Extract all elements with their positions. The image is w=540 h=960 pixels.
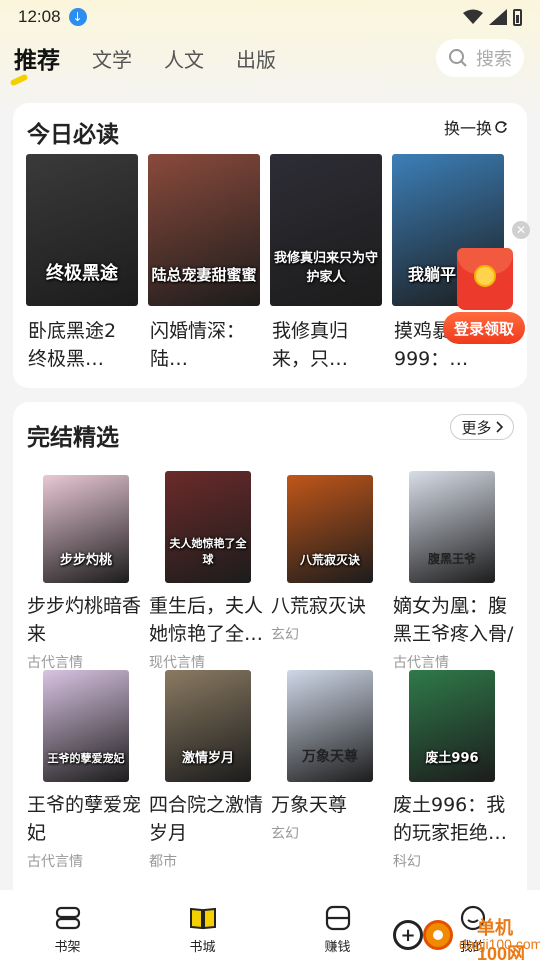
book-genre: 现代言情 bbox=[149, 655, 205, 671]
nav-label: 书架 bbox=[54, 940, 81, 955]
search-icon bbox=[449, 49, 467, 67]
book-title[interactable]: 步步灼桃暗香来 bbox=[27, 592, 143, 648]
download-icon: ↓ bbox=[68, 8, 87, 26]
book-genre: 科幻 bbox=[393, 854, 421, 870]
battery-icon bbox=[513, 8, 522, 26]
nav-bookstore[interactable]: 书城 bbox=[135, 890, 270, 960]
book-genre: 都市 bbox=[149, 854, 177, 870]
tab-literature[interactable]: 文学 bbox=[92, 44, 132, 73]
more-button[interactable]: 更多 bbox=[450, 414, 514, 440]
signal-icon bbox=[489, 9, 507, 25]
book-title[interactable]: 废土996：我的玩家拒绝… bbox=[393, 791, 509, 847]
book-title[interactable]: 嫡女为凰：腹黑王爷疼入骨/ bbox=[393, 592, 517, 648]
search-button[interactable]: 搜索 bbox=[436, 39, 524, 77]
refresh-button[interactable]: 换一换 bbox=[444, 115, 507, 139]
cover-title: 步步灼桃 bbox=[59, 552, 112, 568]
book-cover[interactable]: 我修真归来只为守护家人 bbox=[270, 154, 382, 306]
book-genre: 古代言情 bbox=[27, 655, 83, 671]
cover-title: 万象天尊 bbox=[302, 749, 358, 766]
cover-title: 激情岁月 bbox=[181, 751, 234, 767]
book-cover[interactable]: 万象天尊 bbox=[287, 670, 373, 782]
book-cover[interactable]: 激情岁月 bbox=[165, 670, 251, 782]
book-title[interactable]: 万象天尊 bbox=[271, 791, 387, 819]
refresh-icon bbox=[495, 121, 507, 133]
cover-title: 终极黑途 bbox=[46, 262, 118, 284]
daily-title: 今日必读 bbox=[27, 122, 119, 148]
cover-title: 夫人她惊艳了全球 bbox=[169, 537, 247, 567]
watermark-logo: + 单机100网 danji100.com bbox=[393, 912, 540, 960]
book-title[interactable]: 卧底黑途2终极黑… bbox=[28, 317, 134, 373]
cover-title: 陆总宠妻甜蜜蜜 bbox=[151, 265, 257, 284]
wifi-icon bbox=[463, 9, 483, 24]
book-cover[interactable]: 废土996 bbox=[409, 670, 495, 782]
book-cover[interactable]: 终极黑途 bbox=[26, 154, 138, 306]
book-title[interactable]: 四合院之激情岁月 bbox=[149, 791, 265, 847]
nav-label: 书城 bbox=[189, 940, 216, 955]
book-genre: 玄幻 bbox=[271, 826, 299, 842]
more-label: 更多 bbox=[461, 418, 492, 437]
nav-label: 赚钱 bbox=[324, 940, 351, 955]
tab-publishing[interactable]: 出版 bbox=[236, 44, 276, 73]
status-time: 12:08 bbox=[18, 7, 61, 26]
red-packet-widget[interactable]: 登录领取 bbox=[443, 248, 525, 346]
status-icons bbox=[463, 8, 522, 26]
close-icon[interactable]: ✕ bbox=[512, 221, 530, 239]
book-title[interactable]: 重生后，夫人她惊艳了全… bbox=[149, 592, 265, 648]
cover-title: 我修真归来只为守护家人 bbox=[273, 250, 378, 285]
book-title[interactable]: 王爷的孽爱宠妃 bbox=[27, 791, 143, 847]
book-cover[interactable]: 腹黑王爷 bbox=[409, 471, 495, 583]
book-genre: 古代言情 bbox=[27, 854, 83, 870]
finished-card: 完结精选 更多 步步灼桃 步步灼桃暗香来 古代言情 夫人她惊艳了全球 重生后，夫… bbox=[13, 402, 527, 890]
coin-icon bbox=[474, 265, 496, 287]
refresh-label: 换一换 bbox=[443, 119, 492, 138]
book-title[interactable]: 闪婚情深：陆… bbox=[150, 317, 256, 373]
tab-humanities[interactable]: 人文 bbox=[164, 44, 204, 73]
nav-bookshelf[interactable]: 书架 bbox=[0, 890, 135, 960]
book-cover[interactable]: 八荒寂灭诀 bbox=[287, 475, 373, 583]
book-title[interactable]: 我修真归来，只… bbox=[272, 317, 378, 373]
cover-title: 腹黑王爷 bbox=[427, 552, 476, 567]
book-cover[interactable]: 王爷的孽爱宠妃 bbox=[43, 670, 129, 782]
nav-earn[interactable]: 赚钱 bbox=[270, 890, 405, 960]
cover-title: 八荒寂灭诀 bbox=[299, 552, 360, 567]
tab-recommend[interactable]: 推荐 bbox=[14, 41, 60, 75]
book-title[interactable]: 八荒寂灭诀 bbox=[271, 592, 387, 620]
status-bar: 12:08 ↓ bbox=[0, 0, 540, 34]
bookshelf-icon bbox=[55, 906, 80, 930]
plus-icon: + bbox=[393, 920, 423, 950]
cover-title: 废土996 bbox=[425, 751, 479, 767]
login-claim-button[interactable]: 登录领取 bbox=[443, 312, 525, 344]
book-genre: 玄幻 bbox=[271, 627, 299, 643]
book-genre: 古代言情 bbox=[393, 655, 449, 671]
top-tab-bar: 推荐 文学 人文 出版 搜索 bbox=[0, 36, 540, 80]
finished-title: 完结精选 bbox=[27, 425, 119, 451]
chevron-right-icon bbox=[495, 421, 503, 433]
search-placeholder: 搜索 bbox=[476, 49, 512, 70]
wallet-icon bbox=[325, 905, 350, 931]
book-cover[interactable]: 夫人她惊艳了全球 bbox=[165, 471, 251, 583]
bookstore-icon bbox=[189, 907, 216, 930]
book-cover[interactable]: 步步灼桃 bbox=[43, 475, 129, 583]
cover-title: 王爷的孽爱宠妃 bbox=[47, 752, 125, 766]
book-cover[interactable]: 陆总宠妻甜蜜蜜 bbox=[148, 154, 260, 306]
circle-logo-icon bbox=[423, 920, 453, 950]
watermark-url: danji100.com bbox=[459, 936, 540, 952]
